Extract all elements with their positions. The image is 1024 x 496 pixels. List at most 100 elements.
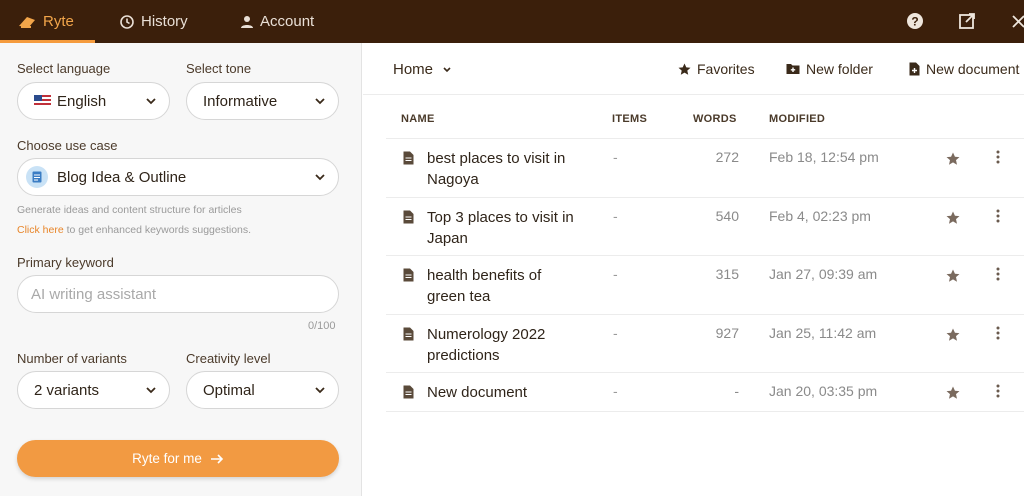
chevron-down-icon <box>443 66 451 72</box>
column-header-words[interactable]: WORDS <box>693 113 737 125</box>
column-header-name[interactable]: NAME <box>401 113 435 125</box>
ryte-for-me-button[interactable]: Ryte for me <box>17 440 339 477</box>
top-bar: Ryte History Account ? <box>0 0 1024 43</box>
star-icon <box>678 63 691 75</box>
document-words: 272 <box>715 149 739 165</box>
us-flag-icon <box>34 95 51 107</box>
more-options-icon[interactable] <box>996 209 1000 223</box>
new-folder-label: New folder <box>806 61 873 77</box>
usecase-value: Blog Idea & Outline <box>57 168 187 186</box>
more-options-icon[interactable] <box>996 267 1000 281</box>
favorite-star-icon[interactable] <box>946 152 960 166</box>
document-items: - <box>613 208 618 224</box>
generator-panel: Select language Select tone English Info… <box>0 43 362 496</box>
file-icon <box>403 151 414 165</box>
open-external-icon[interactable] <box>957 11 977 31</box>
document-words: 540 <box>715 208 739 224</box>
document-items: - <box>613 266 618 282</box>
new-folder-button[interactable]: New folder <box>786 61 873 77</box>
history-icon <box>120 14 134 29</box>
submit-label: Ryte for me <box>132 451 202 466</box>
favorite-star-icon[interactable] <box>946 328 960 342</box>
tab-label: History <box>141 13 188 30</box>
click-here-link[interactable]: Click here <box>17 224 64 236</box>
document-modified: Jan 20, 03:35 pm <box>769 383 878 399</box>
document-name[interactable]: Top 3 places to visit in Japan <box>427 207 577 249</box>
chevron-down-icon <box>315 174 325 181</box>
keyword-hint: Click here to get enhanced keywords sugg… <box>17 224 251 236</box>
tone-select[interactable]: Informative <box>186 82 339 120</box>
usecase-label: Choose use case <box>17 138 118 153</box>
keyword-hint-text: to get enhanced keywords suggestions. <box>63 224 252 236</box>
documents-toolbar: Home Favorites New folder New document <box>363 43 1024 95</box>
more-options-icon[interactable] <box>996 326 1000 340</box>
folder-plus-icon <box>786 64 800 74</box>
usecase-select[interactable]: Blog Idea & Outline <box>17 158 339 196</box>
column-header-items[interactable]: ITEMS <box>612 113 647 125</box>
favorites-label: Favorites <box>697 61 755 77</box>
more-options-icon[interactable] <box>996 384 1000 398</box>
document-words: - <box>734 383 739 399</box>
language-select[interactable]: English <box>17 82 170 120</box>
file-icon <box>403 268 414 282</box>
tone-value: Informative <box>203 92 278 110</box>
chevron-down-icon <box>315 98 325 105</box>
account-icon <box>241 15 253 28</box>
new-document-label: New document <box>926 61 1020 77</box>
tab-account[interactable]: Account <box>240 0 314 43</box>
document-modified: Jan 27, 09:39 am <box>769 266 878 282</box>
favorite-star-icon[interactable] <box>946 386 960 400</box>
tab-label: Ryte <box>43 13 74 30</box>
table-row[interactable]: health benefits of green tea - 315 Jan 2… <box>386 255 1024 314</box>
favorite-star-icon[interactable] <box>946 211 960 225</box>
document-items: - <box>613 325 618 341</box>
close-icon[interactable] <box>1010 11 1024 31</box>
breadcrumb-home[interactable]: Home <box>393 61 459 78</box>
document-icon <box>26 166 48 188</box>
help-icon[interactable]: ? <box>905 11 925 31</box>
ryte-logo-icon <box>19 16 35 28</box>
chevron-down-icon <box>146 387 156 394</box>
document-name[interactable]: health benefits of green tea <box>427 265 577 307</box>
variants-value: 2 variants <box>34 381 100 399</box>
document-words: 315 <box>715 266 739 282</box>
table-row[interactable]: New document - - Jan 20, 03:35 pm <box>386 372 1024 412</box>
new-document-button[interactable]: New document <box>909 61 1019 77</box>
favorite-star-icon[interactable] <box>946 269 960 283</box>
document-items: - <box>613 149 618 165</box>
document-name[interactable]: Numerology 2022 predictions <box>427 324 577 366</box>
document-words: 927 <box>715 325 739 341</box>
file-icon <box>403 327 414 341</box>
keyword-counter: 0/100 <box>308 320 336 332</box>
tab-history[interactable]: History <box>119 0 188 43</box>
document-name[interactable]: New document <box>427 382 577 403</box>
tone-label: Select tone <box>186 61 252 76</box>
language-value: English <box>57 92 107 110</box>
chevron-down-icon <box>146 98 156 105</box>
document-modified: Feb 18, 12:54 pm <box>769 149 879 165</box>
table-row[interactable]: Numerology 2022 predictions - 927 Jan 25… <box>386 314 1024 372</box>
column-header-modified[interactable]: MODIFIED <box>769 113 825 125</box>
document-plus-icon <box>909 62 920 76</box>
file-icon <box>403 385 414 399</box>
table-row[interactable]: Top 3 places to visit in Japan - 540 Feb… <box>386 197 1024 255</box>
document-modified: Feb 4, 02:23 pm <box>769 208 871 224</box>
language-label: Select language <box>17 61 111 76</box>
tab-label: Account <box>260 13 315 30</box>
svg-text:?: ? <box>911 15 918 29</box>
variants-select[interactable]: 2 variants <box>17 371 170 409</box>
keyword-label: Primary keyword <box>17 255 114 270</box>
document-modified: Jan 25, 11:42 am <box>769 325 877 341</box>
variants-label: Number of variants <box>17 351 127 366</box>
table-row[interactable]: best places to visit in Nagoya - 272 Feb… <box>386 138 1024 197</box>
arrow-right-icon <box>210 453 224 464</box>
creativity-select[interactable]: Optimal <box>186 371 339 409</box>
favorites-button[interactable]: Favorites <box>678 61 755 77</box>
creativity-value: Optimal <box>203 381 255 399</box>
document-name[interactable]: best places to visit in Nagoya <box>427 148 577 190</box>
more-options-icon[interactable] <box>996 150 1000 164</box>
tab-ryte[interactable]: Ryte <box>0 0 95 43</box>
keyword-input[interactable]: AI writing assistant <box>17 275 339 313</box>
chevron-down-icon <box>315 387 325 394</box>
documents-panel: Home Favorites New folder New document N… <box>363 43 1024 496</box>
